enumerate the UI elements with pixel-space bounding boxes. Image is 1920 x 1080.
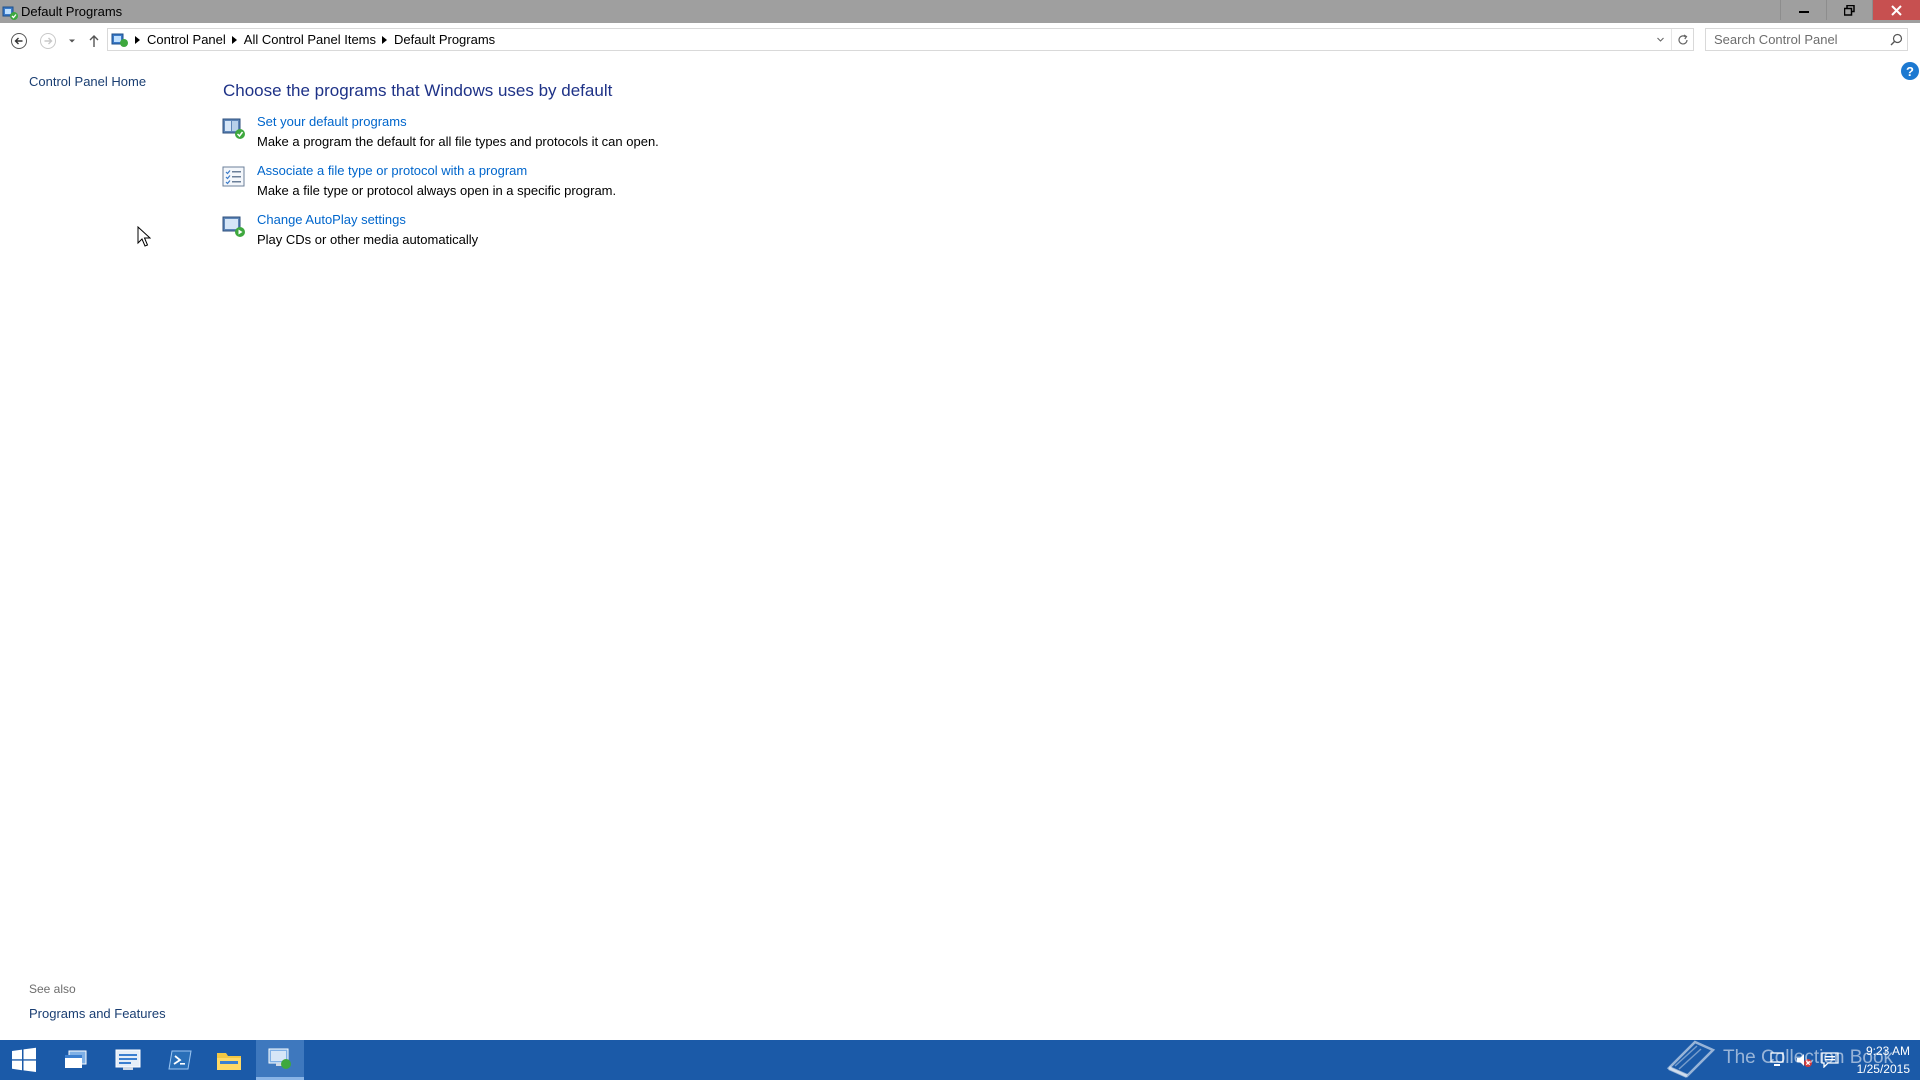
search-box[interactable] (1705, 28, 1908, 51)
breadcrumb-default-programs[interactable]: Default Programs (394, 32, 495, 47)
programs-and-features-link[interactable]: Programs and Features (29, 1006, 166, 1021)
chevron-down-icon (1656, 37, 1664, 42)
page-title: Choose the programs that Windows uses by… (223, 81, 613, 100)
breadcrumb-control-panel[interactable]: Control Panel (147, 32, 226, 47)
taskbar-server-manager[interactable] (104, 1040, 152, 1080)
file-association-icon (222, 166, 245, 187)
up-button[interactable] (84, 31, 104, 51)
chevron-down-icon (69, 39, 75, 43)
set-default-programs-link[interactable]: Set your default programs (257, 114, 407, 129)
search-input[interactable] (1714, 32, 1884, 47)
mouse-cursor-icon (137, 226, 151, 247)
taskbar (0, 1040, 1920, 1080)
title-bar[interactable]: Default Programs (0, 0, 1920, 23)
book-logo-icon (1666, 1040, 1716, 1078)
clock-date: 1/25/2015 (1856, 1062, 1910, 1076)
control-panel-icon (268, 1048, 291, 1069)
back-button[interactable] (9, 31, 29, 51)
task-autoplay-settings: Change AutoPlay settings Play CDs or oth… (222, 212, 822, 252)
minimize-icon (1798, 11, 1809, 13)
breadcrumb-separator-icon[interactable] (382, 35, 388, 44)
help-button[interactable]: ? (1901, 62, 1919, 80)
start-button[interactable] (0, 1040, 48, 1080)
powershell-icon (168, 1050, 192, 1070)
window-title: Default Programs (21, 4, 123, 19)
control-panel-home-link[interactable]: Control Panel Home (29, 74, 146, 89)
associate-file-type-link[interactable]: Associate a file type or protocol with a… (257, 163, 527, 178)
navigation-bar: Control Panel All Control Panel Items De… (0, 23, 1920, 57)
task-set-default-programs: Set your default programs Make a program… (222, 114, 822, 154)
taskbar-file-explorer[interactable] (205, 1040, 253, 1080)
taskbar-control-panel[interactable] (256, 1040, 304, 1080)
default-programs-app-icon (2, 6, 18, 20)
question-mark-icon: ? (1906, 63, 1914, 79)
back-arrow-icon (11, 33, 27, 49)
autoplay-settings-link[interactable]: Change AutoPlay settings (257, 212, 406, 227)
clock-time: 9:23 AM (1865, 1044, 1910, 1058)
server-manager-icon (115, 1049, 141, 1070)
autoplay-icon (222, 216, 245, 237)
close-button[interactable] (1872, 0, 1920, 20)
see-also-label: See also (29, 982, 76, 996)
restore-icon (1844, 4, 1855, 16)
set-default-programs-description: Make a program the default for all file … (257, 134, 659, 149)
restore-button[interactable] (1826, 0, 1872, 20)
taskbar-task-view[interactable] (52, 1040, 100, 1080)
address-bar[interactable]: Control Panel All Control Panel Items De… (107, 28, 1694, 51)
windows-logo-icon (12, 1047, 36, 1072)
refresh-button[interactable] (1671, 29, 1693, 50)
minimize-button[interactable] (1780, 0, 1826, 20)
breadcrumb-all-control-panel-items[interactable]: All Control Panel Items (244, 32, 376, 47)
forward-button[interactable] (38, 31, 58, 51)
refresh-icon (1677, 33, 1688, 44)
recent-locations-button[interactable] (62, 31, 82, 51)
breadcrumb-separator-icon[interactable] (135, 35, 140, 44)
window-stack-icon (65, 1050, 87, 1068)
up-arrow-icon (89, 35, 99, 47)
default-programs-icon (222, 118, 245, 139)
control-panel-location-icon (111, 33, 128, 47)
autoplay-settings-description: Play CDs or other media automatically (257, 232, 479, 247)
close-icon (1891, 4, 1902, 16)
search-icon[interactable] (1890, 33, 1903, 46)
forward-arrow-icon (40, 33, 56, 49)
folder-icon (217, 1053, 241, 1070)
associate-file-type-description: Make a file type or protocol always open… (257, 183, 617, 198)
taskbar-clock[interactable]: 9:23 AM 1/25/2015 (1838, 1042, 1910, 1078)
address-history-button[interactable] (1649, 29, 1671, 50)
taskbar-powershell[interactable] (156, 1040, 204, 1080)
breadcrumb-separator-icon[interactable] (231, 35, 237, 44)
task-associate-file-type: Associate a file type or protocol with a… (222, 163, 822, 203)
